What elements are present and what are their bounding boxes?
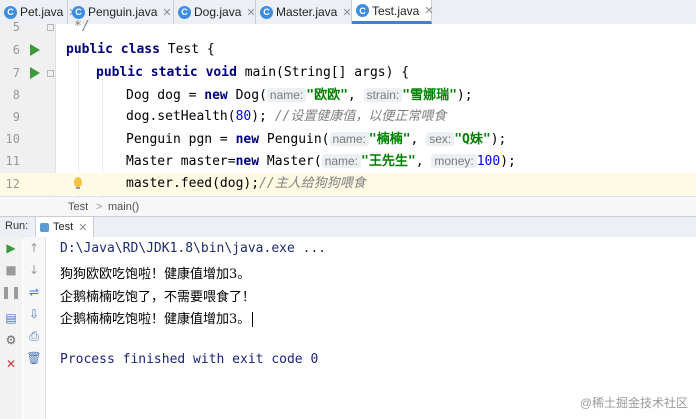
code-text: Penguin pgn = new Penguin(name: "楠楠", sex… (126, 132, 507, 147)
line-number: 12 (5, 177, 20, 191)
line-number: 6 (12, 43, 20, 57)
run-gutter-icon[interactable] (30, 44, 40, 56)
param-hint: strain: (363, 88, 403, 102)
rerun-icon[interactable]: ▶ (4, 241, 18, 255)
code-line: 5 */ (0, 16, 696, 38)
watermark: @稀土掘金技术社区 (579, 396, 688, 410)
up-arrow-icon[interactable]: ↑ (27, 241, 41, 255)
print-icon[interactable]: ⎙ (27, 329, 41, 343)
code-line: 9 dog.setHealth(80); //设置健康值，以便正常喂食 (0, 106, 696, 128)
param-hint: money: (431, 154, 477, 168)
code-text: */ (74, 19, 90, 34)
param-hint: name: (329, 132, 369, 146)
code-text: Master master=new Master(name: "王先生", mon… (126, 154, 516, 169)
run-toolwindow-header: Run: Test ✕ (0, 216, 696, 238)
code-line-current: 12 master.feed(dog);//主人给狗狗喂食 (0, 173, 696, 195)
run-label: Run: (5, 220, 29, 232)
code-text: Dog dog = new Dog(name: "欧欧", strain: "雪娜瑞… (126, 88, 473, 103)
code-text: public class Test { (66, 42, 215, 57)
run-gutter-icon[interactable] (30, 67, 40, 79)
code-text: dog.setHealth(80); //设置健康值，以便正常喂食 (126, 109, 447, 124)
soft-wrap-icon[interactable]: ⇌ (27, 285, 41, 299)
code-line: 10 Penguin pgn = new Penguin(name: "楠楠", … (0, 128, 696, 150)
console-line-exit: Process finished with exit code 0 (60, 352, 319, 367)
fold-marker-icon[interactable] (47, 24, 54, 31)
text-caret (252, 312, 254, 327)
run-config-icon (40, 222, 49, 232)
breadcrumb-separator: > (96, 201, 103, 213)
code-line: 6 public class Test { (0, 39, 696, 61)
stop-icon[interactable]: ■ (4, 263, 18, 277)
line-number: 9 (12, 110, 20, 124)
code-editor[interactable]: 5 */ 6 public class Test { 7 public stat… (0, 19, 696, 196)
line-number: 8 (12, 88, 20, 102)
code-text: public static void main(String[] args) { (96, 65, 410, 80)
code-line: 8 Dog dog = new Dog(name: "欧欧", strain: "雪… (0, 84, 696, 106)
breadcrumb: Test > main() (0, 196, 696, 217)
console-line: 企鹅楠楠吃饱啦！健康值增加3。 (60, 308, 254, 327)
line-number: 7 (12, 66, 20, 80)
down-arrow-icon[interactable]: ↓ (27, 263, 41, 277)
trash-icon[interactable]: 🗑 (26, 351, 41, 365)
pin-icon[interactable] (4, 335, 18, 349)
code-line: 7 public static void main(String[] args)… (0, 62, 696, 84)
fold-marker-icon[interactable] (47, 70, 54, 77)
param-hint: name: (266, 88, 307, 102)
run-tab-test[interactable]: Test ✕ (35, 217, 95, 237)
breadcrumb-class[interactable]: Test (68, 197, 88, 217)
close-icon[interactable]: ✕ (78, 221, 87, 234)
lightbulb-icon[interactable] (74, 177, 82, 189)
param-hint: sex: (426, 132, 455, 146)
breadcrumb-method[interactable]: main() (108, 197, 139, 217)
line-number: 10 (5, 132, 20, 146)
console-line-command: D:\Java\RD\JDK1.8\bin\java.exe ... (60, 241, 327, 256)
pause-icon[interactable]: ❚❚ (1, 285, 21, 299)
console-line: 企鹅楠楠吃饱了，不需要喂食了！ (60, 290, 256, 305)
dump-threads-icon[interactable]: ▤ (4, 311, 18, 325)
param-hint: name: (321, 154, 362, 168)
scroll-to-end-icon[interactable]: ⇩ (27, 307, 41, 321)
code-text: master.feed(dog);//主人给狗狗喂食 (126, 176, 366, 191)
console-actions-strip: ↑ ↓ ⇌ ⇩ ⎙ 🗑 (23, 237, 46, 419)
console-output[interactable]: D:\Java\RD\JDK1.8\bin\java.exe ... 狗狗欧欧吃… (46, 237, 696, 419)
line-number: 11 (5, 154, 20, 168)
line-number: 5 (12, 20, 20, 34)
run-tab-label: Test (53, 221, 74, 233)
run-actions-strip: ▶ ■ ❚❚ ▤ ⚙ ✕ (0, 237, 22, 419)
code-line: 11 Master master=new Master(name: "王先生", … (0, 150, 696, 172)
console-line: 狗狗欧欧吃饱啦！健康值增加3。 (60, 267, 251, 282)
close-run-icon[interactable]: ✕ (4, 357, 18, 371)
